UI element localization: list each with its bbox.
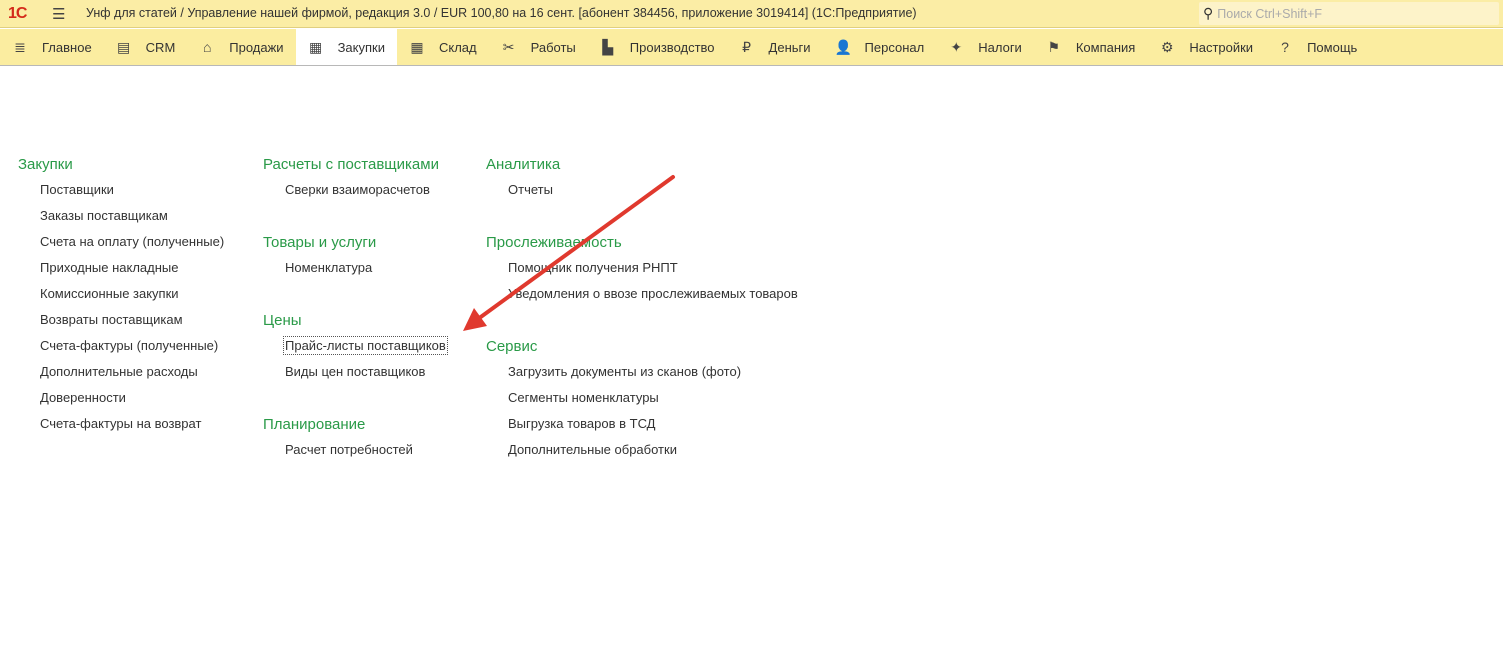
- red-arrow-annotation: [463, 175, 675, 331]
